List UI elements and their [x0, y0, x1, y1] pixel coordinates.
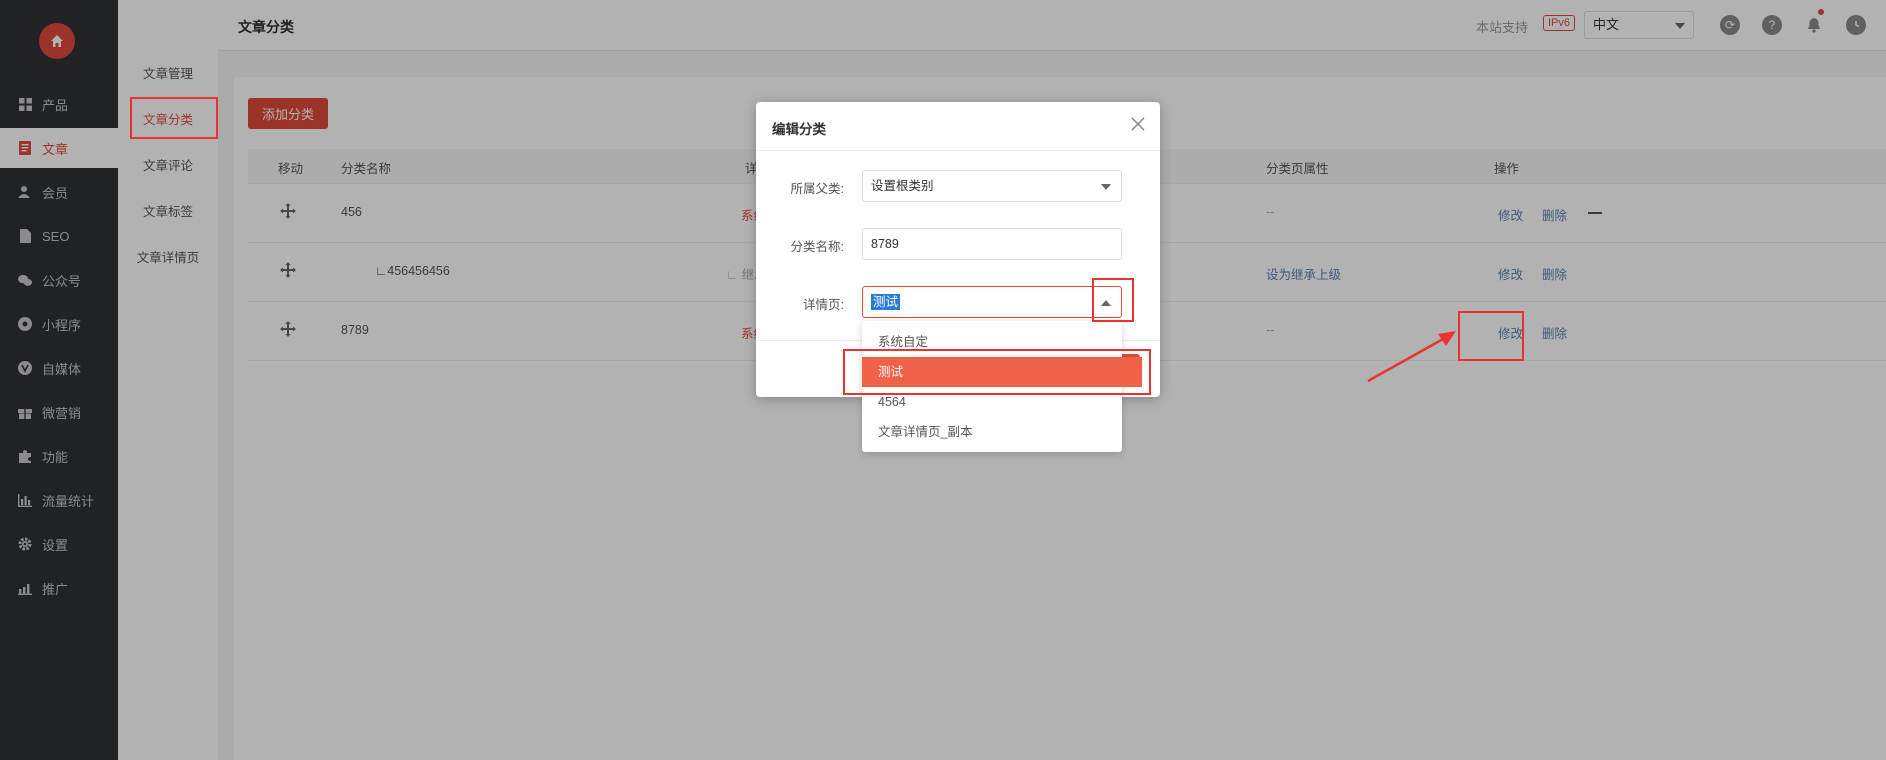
modal-header: 编辑分类 [756, 102, 1160, 151]
parent-category-label: 所属父类: [790, 182, 844, 196]
annotation-box-submenu [130, 97, 218, 139]
parent-category-value: 设置根类别 [871, 179, 934, 193]
parent-category-select[interactable]: 设置根类别 [862, 170, 1122, 202]
close-icon[interactable] [1130, 116, 1146, 132]
annotation-box-dropdown-toggle [1092, 278, 1134, 322]
category-name-value: 8789 [871, 237, 899, 251]
modal-title: 编辑分类 [772, 122, 826, 137]
category-name-input[interactable]: 8789 [862, 228, 1122, 260]
detail-page-label: 详情页: [803, 298, 844, 312]
category-name-label: 分类名称: [790, 240, 844, 254]
detail-page-value: 测试 [871, 294, 901, 310]
dropdown-option[interactable]: 文章详情页_副本 [862, 417, 1122, 447]
annotation-box-edit-link [1458, 311, 1524, 361]
chevron-down-icon [1101, 184, 1111, 190]
detail-page-select[interactable]: 测试 [862, 286, 1122, 318]
annotation-arrow-icon [1367, 331, 1456, 383]
annotation-box-selected-option [843, 349, 1151, 395]
